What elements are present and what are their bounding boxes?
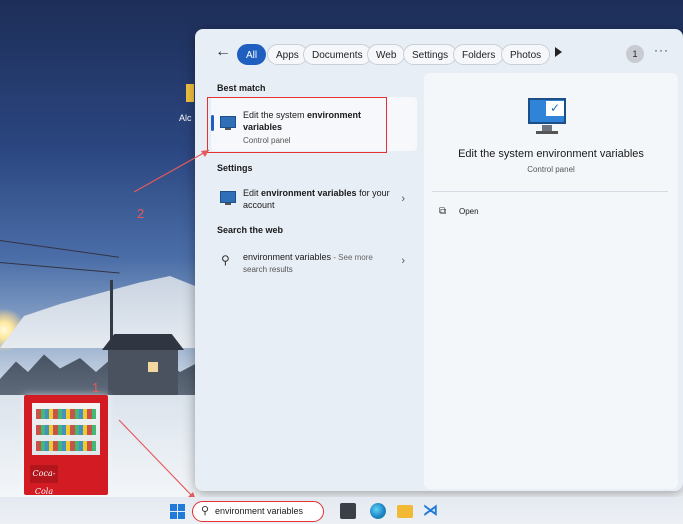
step-two-label: 2 [137, 206, 145, 221]
edge-browser-icon[interactable] [370, 503, 386, 519]
annotation-arrows [118, 149, 210, 501]
taskbar-search-input[interactable]: environment variables [215, 506, 303, 516]
task-view-icon[interactable] [340, 503, 356, 519]
file-explorer-icon[interactable] [397, 505, 413, 518]
taskbar-search-box[interactable]: ⚲ environment variables [192, 501, 324, 522]
windows-start-icon[interactable] [170, 504, 185, 519]
step-one-label: 1 [92, 380, 100, 395]
search-icon: ⚲ [201, 505, 210, 517]
vscode-icon[interactable]: ⋊ [423, 503, 439, 519]
